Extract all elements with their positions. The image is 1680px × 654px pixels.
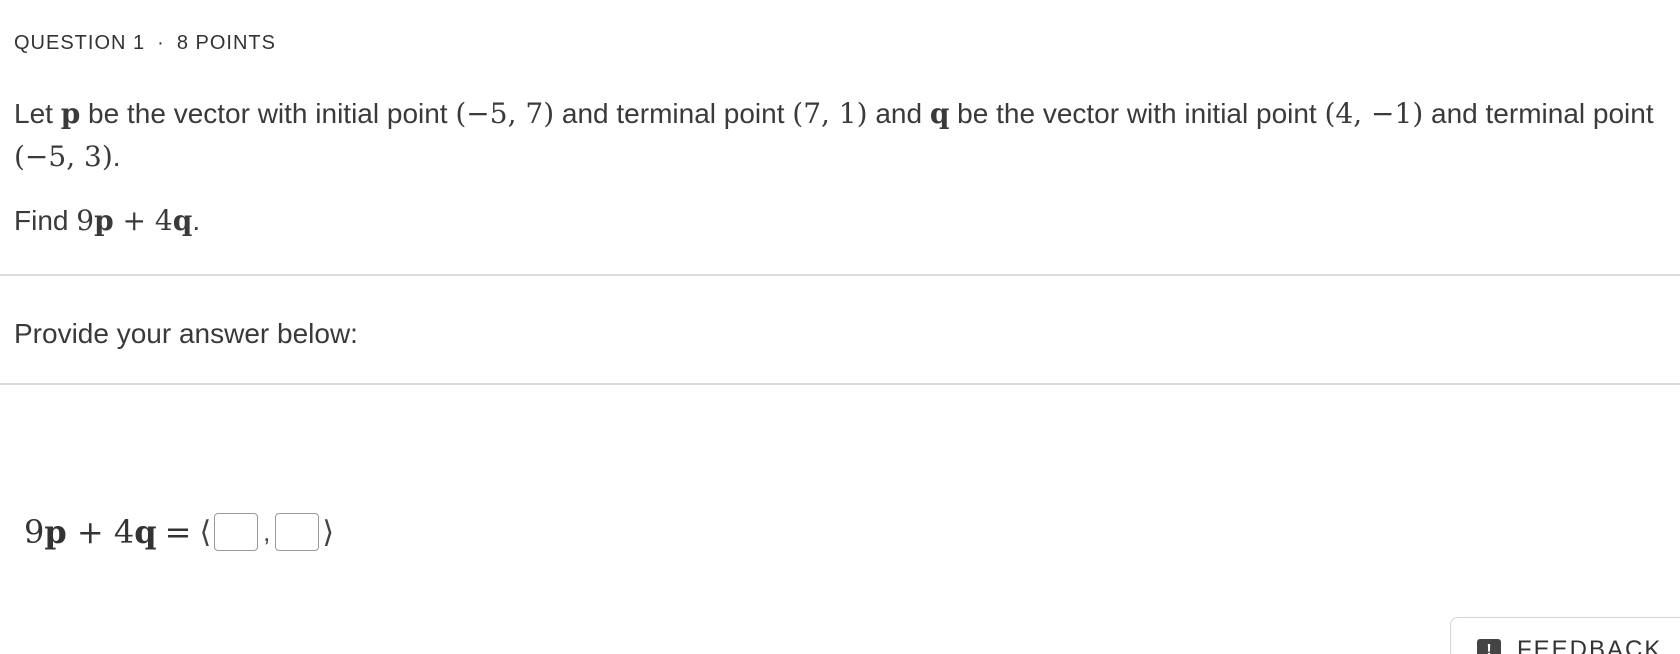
prompt-text: be the vector with initial point bbox=[949, 98, 1325, 129]
find-period: . bbox=[192, 205, 201, 236]
component-comma: , bbox=[263, 516, 271, 547]
close-angle-bracket: ⟩ bbox=[322, 514, 335, 550]
answer-vector-q: q bbox=[134, 513, 157, 551]
find-coefficient: 9 bbox=[76, 204, 95, 237]
question-points: 8 POINTS bbox=[176, 32, 276, 54]
question-header: QUESTION 1 · 8 POINTS bbox=[14, 32, 276, 55]
open-angle-bracket: ⟨ bbox=[199, 514, 212, 550]
feedback-button[interactable]: ! FEEDBACK bbox=[1450, 617, 1680, 654]
equals-sign: = bbox=[164, 513, 192, 551]
answer-y-input[interactable] bbox=[275, 513, 320, 551]
answer-coefficient: 9 bbox=[24, 513, 45, 551]
prompt-text: and terminal point bbox=[554, 98, 793, 129]
answer-x-input[interactable] bbox=[214, 513, 259, 551]
feedback-icon: ! bbox=[1477, 639, 1501, 654]
vector-q: q bbox=[929, 97, 950, 130]
find-vector-p: p bbox=[94, 204, 114, 237]
section-divider bbox=[0, 383, 1680, 385]
answer-vector-p: p bbox=[44, 513, 67, 551]
answer-plus: + bbox=[66, 513, 114, 551]
prompt-text: Let bbox=[14, 98, 61, 129]
vector-p: p bbox=[60, 97, 81, 130]
q-initial-point: (4, −1) bbox=[1324, 97, 1424, 130]
prompt-text: and terminal point bbox=[1423, 98, 1654, 129]
answer-row: 9p + 4q = ⟨ , ⟩ bbox=[24, 508, 334, 556]
prompt-text: and bbox=[867, 98, 930, 129]
find-label: Find bbox=[14, 205, 77, 236]
prompt-text: be the vector with initial point bbox=[80, 98, 456, 129]
p-initial-point: (−5, 7) bbox=[455, 97, 555, 130]
question-number: QUESTION 1 bbox=[14, 32, 146, 54]
provide-answer-label: Provide your answer below: bbox=[14, 318, 358, 349]
feedback-label: FEEDBACK bbox=[1517, 636, 1663, 654]
find-vector-q: q bbox=[172, 204, 193, 237]
question-prompt: Let p be the vector with initial point (… bbox=[14, 92, 1654, 178]
p-terminal-point: (7, 1) bbox=[792, 97, 868, 130]
prompt-text: . bbox=[112, 141, 121, 172]
section-divider bbox=[0, 274, 1680, 276]
header-separator: · bbox=[157, 32, 165, 54]
answer-coefficient: 4 bbox=[113, 513, 135, 551]
find-coefficient: 4 bbox=[154, 204, 173, 237]
q-terminal-point: (−5, 3) bbox=[14, 140, 113, 173]
find-instruction: Find 9p + 4q. bbox=[14, 204, 200, 237]
find-plus: + bbox=[113, 204, 155, 237]
